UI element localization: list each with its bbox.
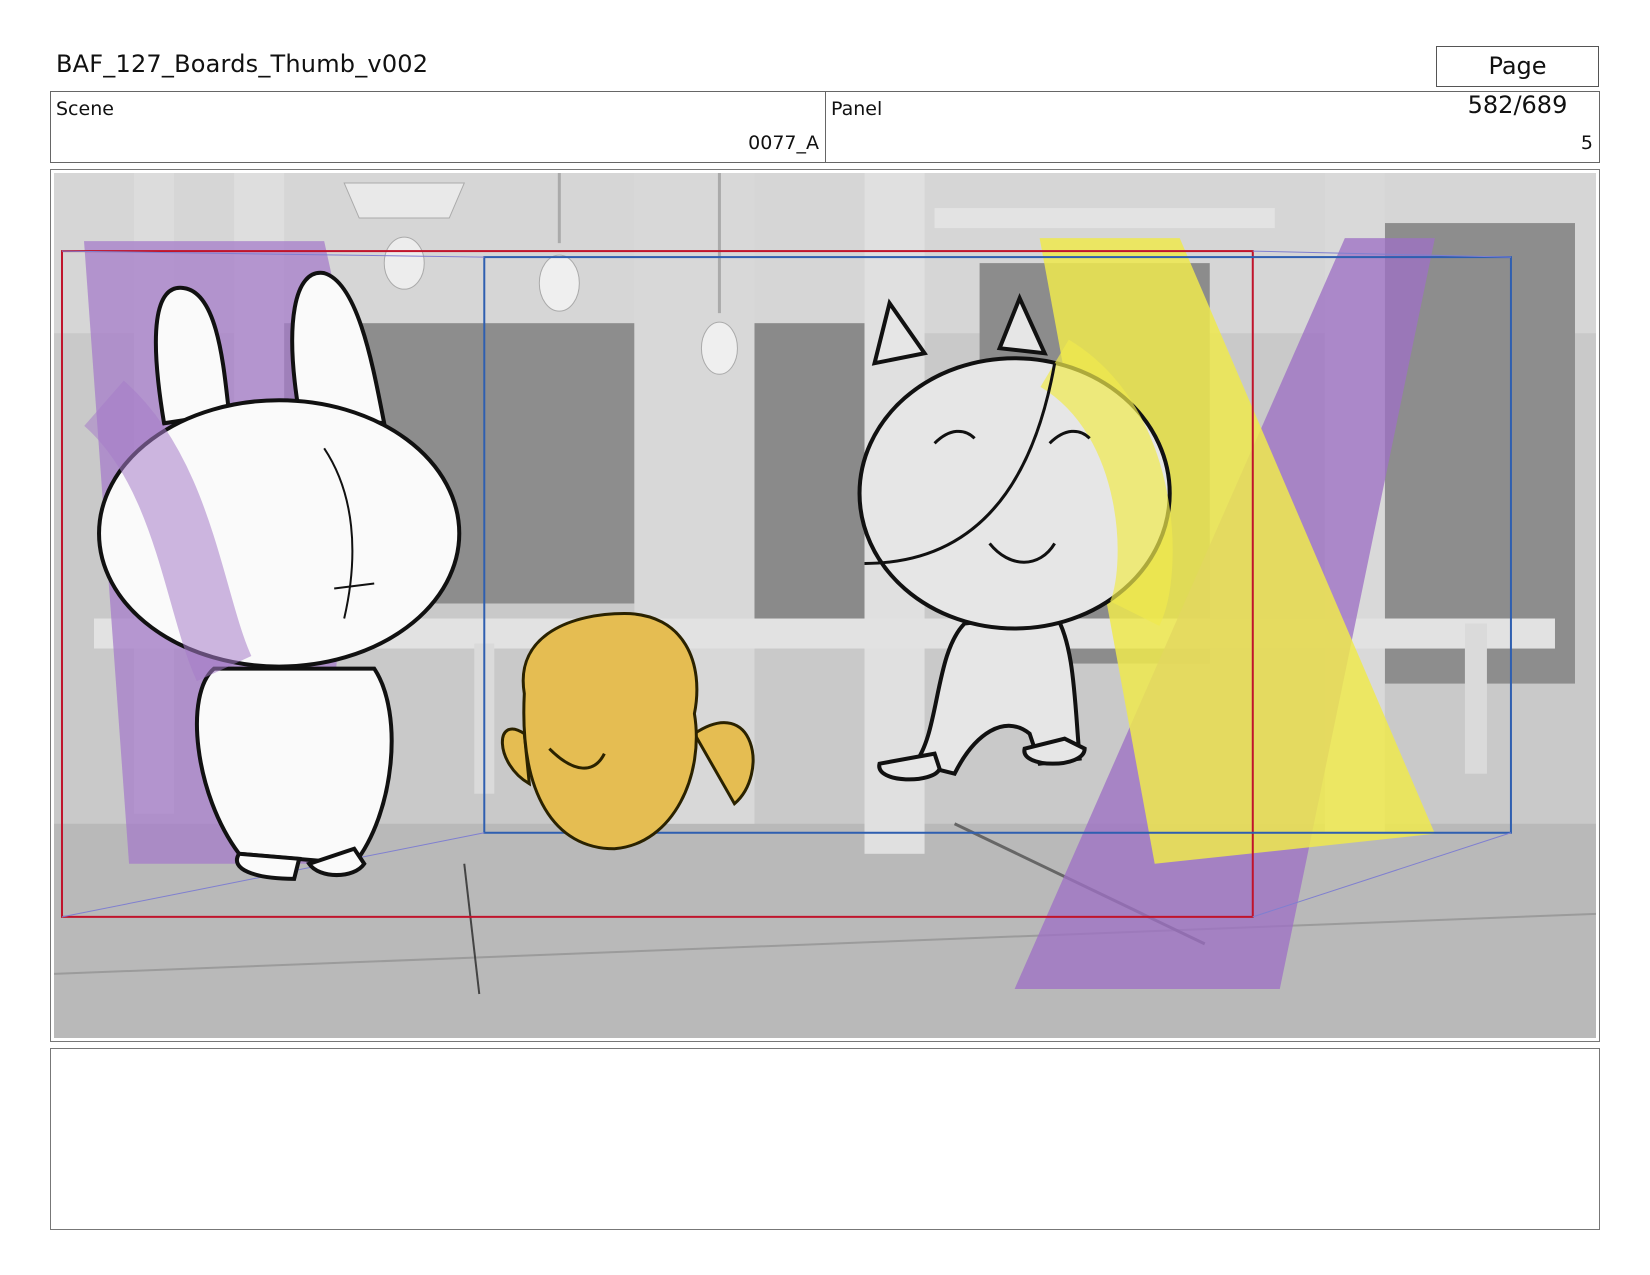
scene-cell: Scene 0077_A [51, 92, 826, 162]
page-indicator: Page 582/689 [1436, 46, 1599, 119]
panel-label: Panel [831, 98, 883, 120]
notes-box [50, 1048, 1600, 1230]
scene-label: Scene [56, 98, 114, 120]
storyboard-panel-frame [50, 169, 1600, 1042]
scene-value: 0077_A [748, 132, 819, 154]
scene-panel-row: Scene 0077_A Panel 5 [50, 91, 1600, 163]
panel-value: 5 [1580, 132, 1593, 154]
storyboard-panel-image [54, 173, 1596, 1038]
panel-cell: Panel 5 [826, 92, 1599, 162]
document-title: BAF_127_Boards_Thumb_v002 [56, 50, 429, 78]
